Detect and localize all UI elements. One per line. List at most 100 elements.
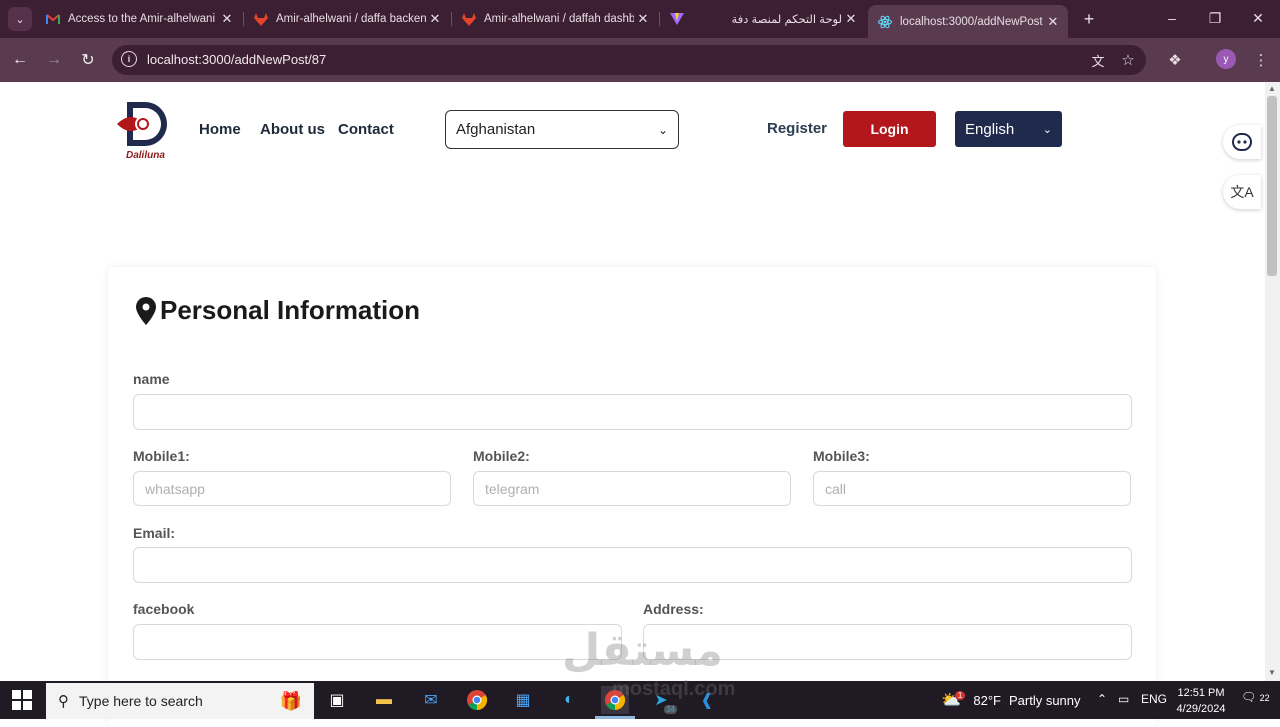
mail-icon[interactable]: ✉ xyxy=(417,686,445,714)
email-label: Email: xyxy=(133,525,176,541)
mobile3-input[interactable]: call xyxy=(813,471,1131,506)
extensions-puzzle-icon[interactable]: ❖ xyxy=(1165,50,1185,70)
notification-center[interactable]: 🗨 22 xyxy=(1241,690,1270,704)
weather-temp: 82°F xyxy=(973,692,1001,708)
close-icon[interactable]: ✕ xyxy=(426,11,444,27)
search-icon: ⚲ xyxy=(58,693,69,710)
weather-widget[interactable]: ⛅ 1 82°F Partly sunny xyxy=(941,690,1081,710)
nav-about-us[interactable]: About us xyxy=(260,121,325,138)
country-select[interactable]: Afghanistan ⌄ xyxy=(445,110,679,149)
reload-icon[interactable]: ↻ xyxy=(78,50,98,70)
nav-home[interactable]: Home xyxy=(199,121,241,138)
close-icon[interactable]: ✕ xyxy=(634,11,652,27)
windows-start-icon[interactable] xyxy=(12,690,32,710)
tab-title: localhost:3000/addNewPost xyxy=(900,15,1043,28)
watermark-arabic: مستقل xyxy=(562,626,723,675)
microsoft-store-icon[interactable]: ▦ xyxy=(509,686,537,714)
edge-icon[interactable]: ◐ xyxy=(555,686,583,714)
taskbar-search-box[interactable]: ⚲ Type here to search 🎁 xyxy=(46,683,314,719)
facebook-label: facebook xyxy=(133,601,195,617)
bookmark-star-icon[interactable]: ☆ xyxy=(1118,50,1138,70)
window-close-icon[interactable]: ✕ xyxy=(1243,10,1273,27)
watermark-latin: mostaql.com xyxy=(612,678,736,700)
map-pin-icon xyxy=(136,296,156,325)
react-icon xyxy=(878,15,892,29)
tab-title: لوحة التحكم لمنصة دفة xyxy=(731,14,842,26)
tab-title: Access to the Amir-alhelwani xyxy=(68,13,216,25)
close-icon[interactable]: ✕ xyxy=(1044,14,1062,30)
mobile1-input[interactable]: whatsapp xyxy=(133,471,451,506)
country-selected-value: Afghanistan xyxy=(456,121,536,138)
weather-badge: 1 xyxy=(954,690,966,700)
mobile3-placeholder: call xyxy=(825,480,847,497)
tray-chevron-up-icon[interactable]: ⌃ xyxy=(1097,692,1107,706)
logo-text: Daliluna xyxy=(126,150,165,161)
notification-icon: 🗨 xyxy=(1241,690,1257,704)
tab-daffa-dashboard[interactable]: لوحة التحكم لمنصة دفة ✕ xyxy=(660,5,866,33)
assistant-bot-icon xyxy=(1232,133,1252,151)
mobile1-placeholder: whatsapp xyxy=(145,480,205,497)
mobile2-input[interactable]: telegram xyxy=(473,471,791,506)
back-arrow-icon[interactable]: ← xyxy=(10,50,30,70)
task-view-icon[interactable]: ▣ xyxy=(323,686,351,714)
section-title-text: Personal Information xyxy=(160,295,421,325)
chevron-down-icon: ⌄ xyxy=(15,13,25,26)
minimize-icon[interactable]: – xyxy=(1157,10,1187,26)
gmail-icon xyxy=(46,12,60,26)
clock-time: 12:51 PM xyxy=(1177,687,1225,699)
tab-localhost[interactable]: localhost:3000/addNewPost ✕ xyxy=(868,5,1068,38)
chevron-down-icon: ⌄ xyxy=(1042,123,1052,136)
mobile2-placeholder: telegram xyxy=(485,480,540,497)
mobile2-label: Mobile2: xyxy=(473,448,530,464)
close-icon[interactable]: ✕ xyxy=(842,11,860,27)
notification-count: 22 xyxy=(1259,693,1270,703)
site-info-icon[interactable]: i xyxy=(121,51,137,67)
scroll-up-arrow-icon[interactable]: ▲ xyxy=(1267,84,1277,93)
email-input[interactable] xyxy=(133,547,1132,583)
nav-contact[interactable]: Contact xyxy=(338,121,394,138)
scrollbar-thumb[interactable] xyxy=(1267,96,1277,276)
close-icon[interactable]: ✕ xyxy=(218,11,236,27)
vite-icon xyxy=(670,12,684,26)
login-button[interactable]: Login xyxy=(843,111,936,147)
name-label: name xyxy=(133,371,170,387)
weather-desc: Partly sunny xyxy=(1008,692,1081,708)
gift-flowers-icon: 🎁 xyxy=(279,690,302,711)
restore-icon[interactable]: ❐ xyxy=(1200,10,1230,27)
gitlab-icon xyxy=(254,12,268,26)
battery-icon[interactable]: ▭ xyxy=(1118,692,1129,706)
browser-menu-icon[interactable]: ⋮ xyxy=(1251,50,1271,70)
tab-gitlab-dashboard[interactable]: Amir-alhelwani / daffah dashboard ✕ xyxy=(452,5,658,33)
tab-gmail[interactable]: Access to the Amir-alhelwani ✕ xyxy=(36,5,242,33)
mobile1-label: Mobile1: xyxy=(133,448,190,464)
telegram-badge: 34 xyxy=(664,705,677,714)
language-dropdown[interactable]: English ⌄ xyxy=(955,111,1062,147)
language-label: English xyxy=(965,120,1015,138)
name-input[interactable] xyxy=(133,394,1132,430)
chrome-icon[interactable] xyxy=(463,686,491,714)
section-title: Personal Information xyxy=(136,295,420,326)
tab-search-button[interactable]: ⌄ xyxy=(8,7,32,31)
translate-float-button[interactable]: 文A xyxy=(1223,175,1261,209)
clock-date: 4/29/2024 xyxy=(1176,703,1226,715)
input-language[interactable]: ENG xyxy=(1141,692,1167,706)
new-tab-plus-icon[interactable]: + xyxy=(1079,9,1099,30)
register-link[interactable]: Register xyxy=(767,120,827,137)
chevron-down-icon: ⌄ xyxy=(657,122,668,137)
tab-title: Amir-alhelwani / daffah dashboard xyxy=(484,13,634,25)
gitlab-icon xyxy=(462,12,476,26)
facebook-input[interactable] xyxy=(133,624,622,660)
file-explorer-icon[interactable]: ▬ xyxy=(370,686,398,714)
forward-arrow-icon[interactable]: → xyxy=(44,50,64,70)
url-text[interactable]: localhost:3000/addNewPost/87 xyxy=(147,52,326,67)
taskbar-clock[interactable]: 12:51 PM 4/29/2024 xyxy=(1174,685,1228,717)
address-label: Address: xyxy=(643,601,704,617)
tab-title: Amir-alhelwani / daffa backend xyxy=(276,13,426,25)
translate-icon: 文A xyxy=(1230,184,1254,200)
tab-gitlab-backend[interactable]: Amir-alhelwani / daffa backend ✕ xyxy=(244,5,450,33)
assistant-float-button[interactable] xyxy=(1223,125,1261,159)
mobile3-label: Mobile3: xyxy=(813,448,870,464)
scroll-down-arrow-icon[interactable]: ▼ xyxy=(1267,668,1277,677)
profile-avatar[interactable]: y xyxy=(1216,49,1236,69)
translate-icon[interactable]: 文 xyxy=(1088,50,1108,70)
